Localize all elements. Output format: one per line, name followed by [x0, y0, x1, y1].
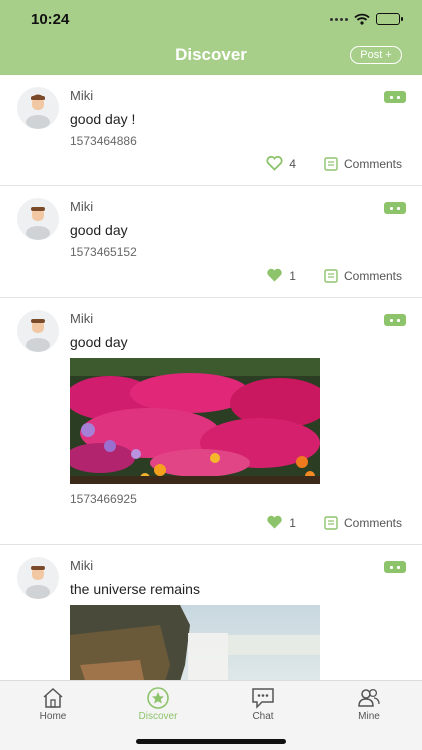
tab-discover-label: Discover [138, 711, 178, 722]
flower-field-photo[interactable] [70, 358, 320, 484]
post-text: good day ! [70, 111, 136, 127]
heart-outline-icon [266, 156, 283, 171]
heart-filled-icon [267, 268, 282, 282]
avatar[interactable] [17, 198, 59, 240]
tab-chat-label: Chat [252, 711, 274, 722]
signal-icon [330, 17, 348, 21]
avatar[interactable] [17, 310, 59, 352]
comment-icon [324, 515, 338, 530]
tab-mine-label: Mine [358, 711, 380, 722]
comments-label: Comments [343, 156, 402, 171]
status-time: 10:24 [31, 11, 70, 28]
battery-icon [376, 13, 403, 25]
author-name[interactable]: Miki [70, 311, 93, 326]
post-button[interactable]: Post + [350, 46, 402, 64]
like-count: 1 [289, 268, 296, 283]
like-count: 1 [289, 515, 296, 530]
nav-header: 10:24 Discover Post + [0, 0, 422, 75]
author-name[interactable]: Miki [70, 88, 93, 103]
post-item: Miki good day 1573465152 1 Comments [0, 186, 422, 298]
post-timestamp: 1573464886 [70, 134, 137, 148]
post-button-label: Post [360, 49, 383, 61]
like-button[interactable]: 1 [266, 268, 296, 283]
comment-icon [324, 268, 338, 283]
comments-button[interactable]: Comments [324, 269, 402, 283]
tab-discover[interactable]: Discover [128, 685, 188, 722]
post-timestamp: 1573466925 [70, 492, 137, 506]
discover-star-icon [147, 687, 169, 709]
comments-label: Comments [343, 515, 402, 530]
waterfall-photo[interactable] [70, 605, 320, 680]
comment-icon [324, 156, 338, 171]
user-avatar-icon [26, 566, 50, 599]
post-item: Miki good day ! 1573464886 4 Comments [0, 75, 422, 186]
post-actions: 1 Comments [266, 268, 402, 283]
like-button[interactable]: 1 [266, 515, 296, 530]
wifi-icon [354, 13, 370, 25]
author-name[interactable]: Miki [70, 199, 93, 214]
like-count: 4 [289, 156, 296, 171]
tab-home-label: Home [39, 711, 67, 722]
post-text: the universe remains [70, 581, 200, 597]
message-icon[interactable] [384, 91, 406, 103]
comments-label: Comments [343, 268, 402, 283]
status-icons [330, 13, 403, 25]
tab-chat[interactable]: Chat [233, 685, 293, 722]
post-timestamp: 1573465152 [70, 245, 137, 259]
user-avatar-icon [26, 207, 50, 240]
user-avatar-icon [26, 94, 50, 129]
message-icon[interactable] [384, 202, 406, 214]
post-actions: 4 Comments [266, 156, 402, 171]
avatar[interactable] [17, 87, 59, 129]
discover-feed[interactable]: Miki good day ! 1573464886 4 Comments Mi… [0, 75, 422, 680]
waterfall-photo-image [70, 605, 320, 680]
home-icon [43, 687, 63, 708]
tab-home[interactable]: Home [23, 685, 83, 722]
message-icon[interactable] [384, 314, 406, 326]
people-icon [358, 688, 380, 707]
post-text: good day [70, 334, 128, 350]
home-indicator [136, 739, 286, 744]
plus-icon: + [385, 49, 392, 61]
post-item: Miki the universe remains [0, 545, 422, 680]
flower-photo-image [70, 358, 320, 484]
comments-button[interactable]: Comments [324, 516, 402, 530]
heart-filled-icon [267, 515, 282, 529]
like-button[interactable]: 4 [266, 156, 296, 171]
avatar[interactable] [17, 557, 59, 599]
author-name[interactable]: Miki [70, 558, 93, 573]
tab-mine[interactable]: Mine [339, 685, 399, 722]
post-text: good day [70, 222, 128, 238]
post-item: Miki good day 1573466925 1 Comments [0, 298, 422, 545]
message-icon[interactable] [384, 561, 406, 573]
chat-icon [252, 688, 274, 709]
user-avatar-icon [26, 319, 50, 352]
comments-button[interactable]: Comments [324, 157, 402, 171]
post-actions: 1 Comments [266, 515, 402, 530]
